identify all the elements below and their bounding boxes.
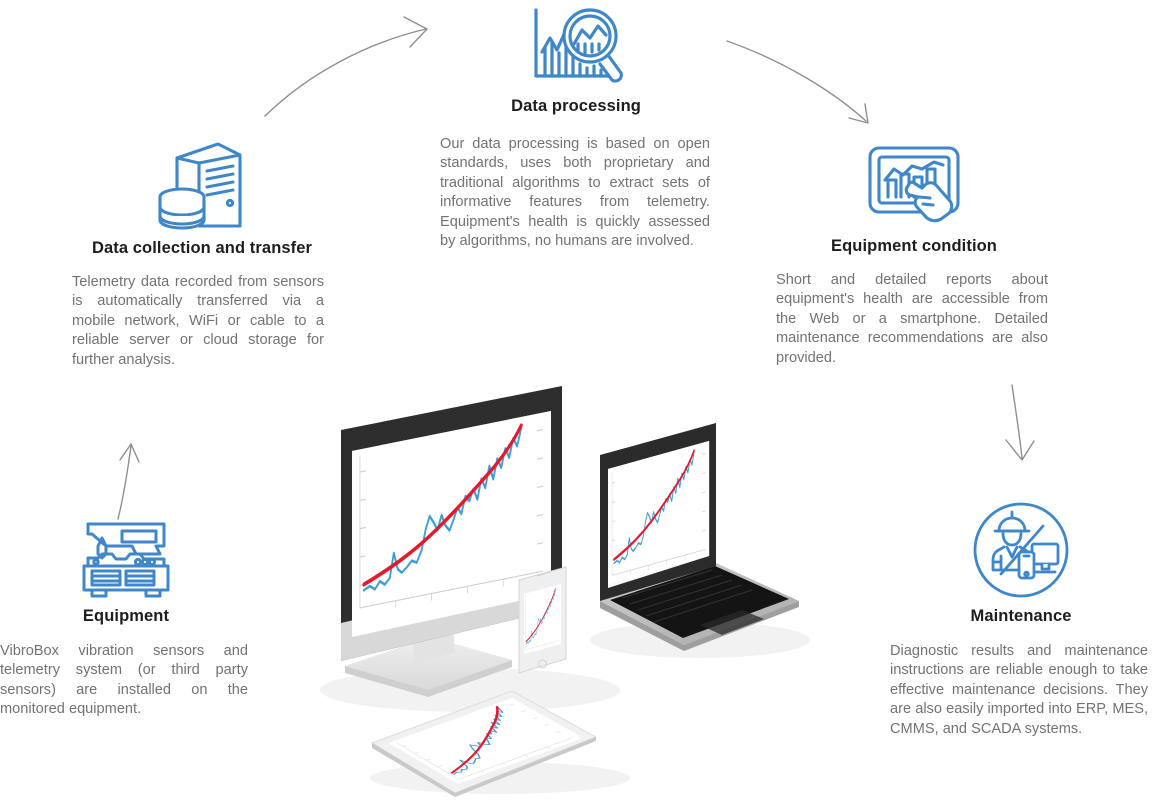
step-heading: Data collection and transfer <box>91 239 313 257</box>
step-body-text: Diagnostic results and maintenance instr… <box>890 643 1148 737</box>
step-equipment-condition: Equipment condition Short and detailed r… <box>776 142 1052 368</box>
icon-container <box>776 142 1052 230</box>
step-data-collection-and-transfer: Data collection and transfer Telemetry d… <box>72 140 332 370</box>
step-equipment: Equipment VibroBox vibration sensors and… <box>0 520 252 720</box>
touchscreen-chart-hand-icon <box>868 146 960 223</box>
icon-container <box>72 140 332 232</box>
industrial-machine-icon <box>82 522 170 598</box>
laptop <box>600 423 799 651</box>
bar-chart-magnifier-icon <box>534 8 623 83</box>
step-maintenance: Maintenance Diagnostic results and maint… <box>890 500 1152 739</box>
step-body-text: Short and detailed reports about equipme… <box>776 272 1048 366</box>
worker-devices-circle-icon <box>973 502 1069 598</box>
step-data-processing: Data processing Our data processing is b… <box>440 4 712 251</box>
arrow-condition-to-maintenance <box>1005 384 1035 461</box>
tablet-shadow <box>370 762 630 794</box>
step-heading: Data processing <box>511 97 641 115</box>
step-body-text: Our data processing is based on open sta… <box>440 136 710 250</box>
step-heading: Equipment condition <box>831 237 997 255</box>
step-body-text: VibroBox vibration sensors and telemetry… <box>0 643 248 718</box>
arrow-equipment-to-collection <box>117 443 140 520</box>
icon-container <box>0 520 252 600</box>
laptop-shadow <box>590 622 810 658</box>
arrow-collection-to-processing <box>264 16 428 117</box>
icon-container <box>440 4 712 90</box>
icon-container <box>890 500 1152 600</box>
step-body-text: Telemetry data recorded from sensors is … <box>72 274 324 368</box>
desktop-monitor <box>341 386 562 697</box>
step-heading: Equipment <box>82 607 170 625</box>
step-heading: Maintenance <box>970 607 1072 625</box>
smartphone <box>518 566 567 674</box>
arrow-processing-to-condition <box>726 40 869 124</box>
server-database-icon <box>158 142 242 230</box>
monitor-shadow <box>320 668 620 712</box>
tablet <box>370 690 598 797</box>
